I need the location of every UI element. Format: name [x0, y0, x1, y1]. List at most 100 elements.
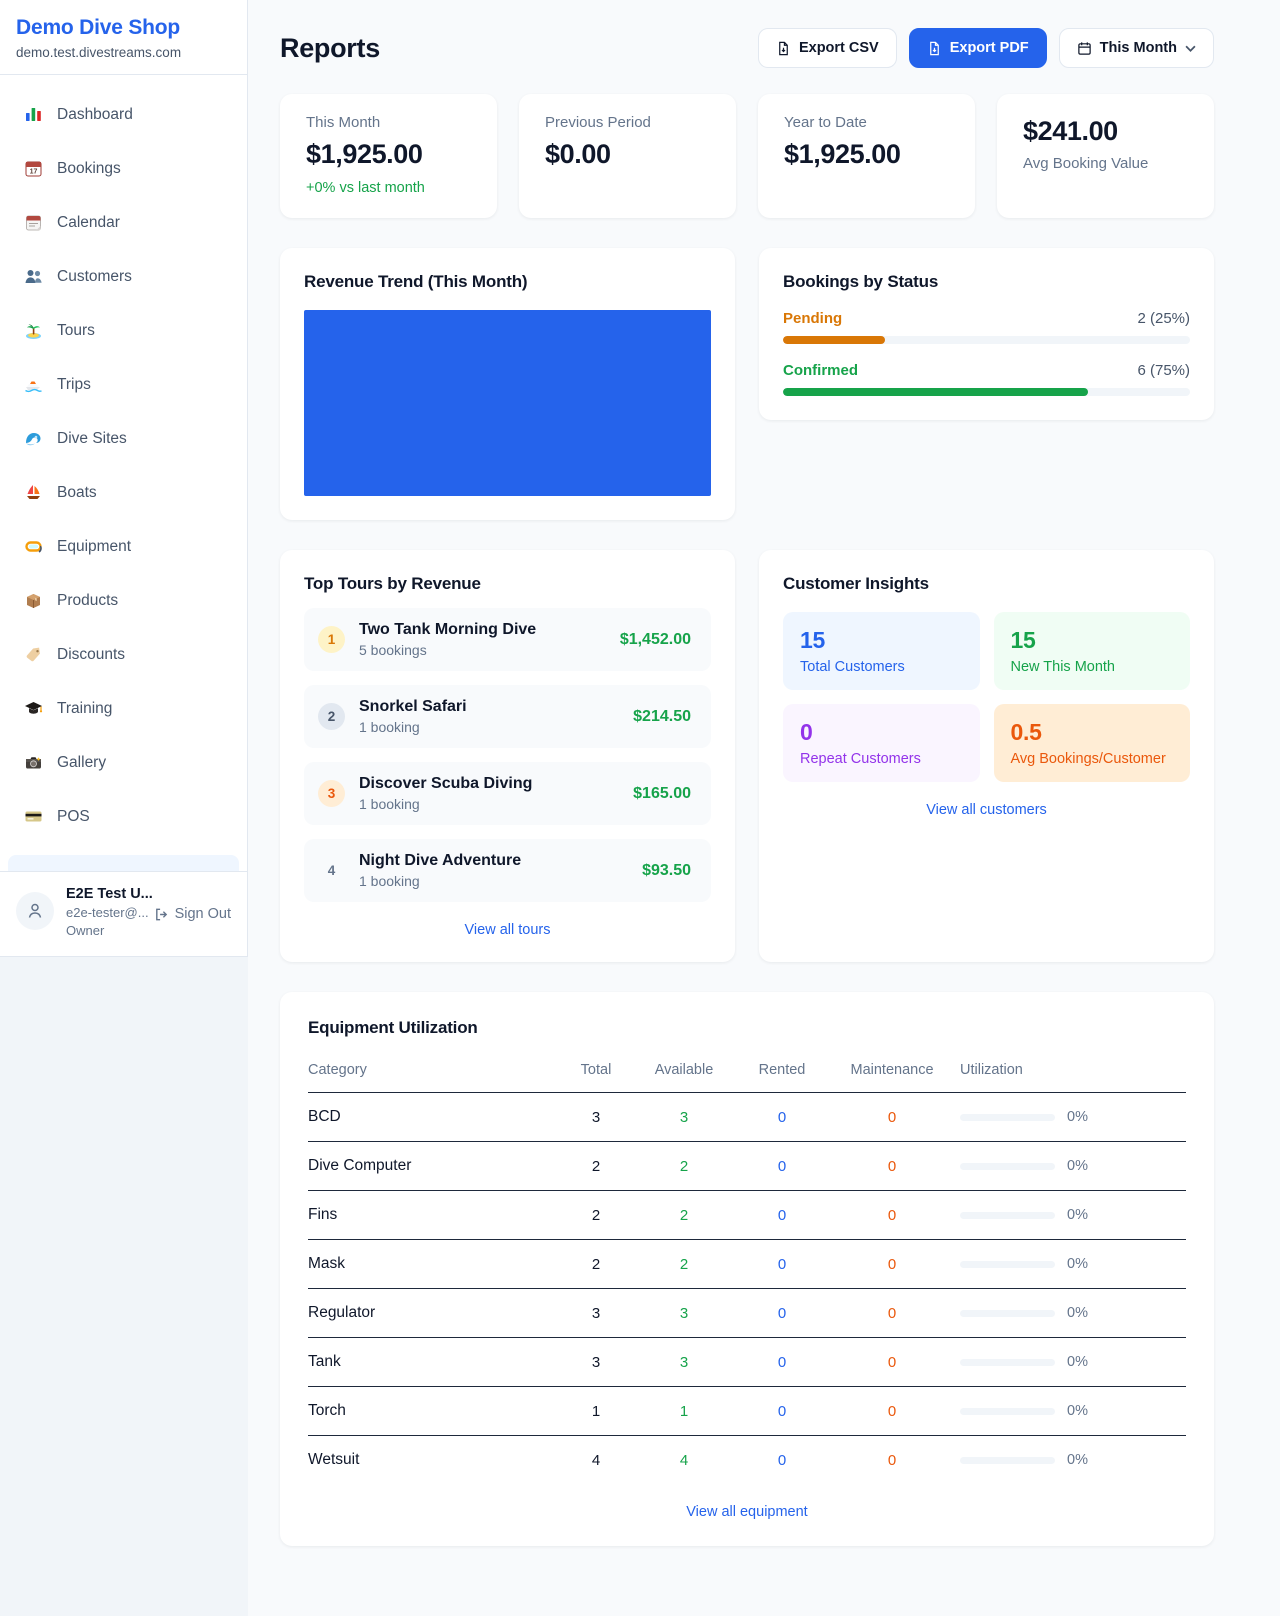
- bar-chart-icon: [24, 105, 43, 124]
- user-email: e2e-tester@...: [66, 905, 142, 920]
- sidebar: Demo Dive Shop demo.test.divestreams.com…: [0, 0, 248, 957]
- equipment-available: 3: [632, 1354, 736, 1371]
- export-pdf-label: Export PDF: [950, 40, 1029, 56]
- utilization-cell: 0%: [956, 1403, 1186, 1419]
- equipment-available: 4: [632, 1452, 736, 1469]
- sidebar-item-label: Products: [57, 592, 118, 610]
- insight-value: 15: [1011, 627, 1174, 654]
- tour-row: 4Night Dive Adventure1 booking$93.50: [304, 839, 711, 902]
- status-progress-track: [783, 336, 1190, 344]
- view-all-customers-link[interactable]: View all customers: [783, 802, 1190, 818]
- equipment-total: 3: [560, 1109, 632, 1126]
- column-maintenance: Maintenance: [828, 1062, 956, 1078]
- page-title: Reports: [280, 33, 380, 64]
- file-download-icon: [927, 41, 942, 56]
- sidebar-item-tours[interactable]: Tours: [8, 311, 239, 350]
- rank-badge: 1: [318, 626, 345, 653]
- tour-bookings: 5 bookings: [359, 642, 536, 658]
- equipment-category: Regulator: [308, 1304, 560, 1322]
- stat-value: $1,925.00: [306, 139, 471, 170]
- insight-tile-repeat-customers: 0 Repeat Customers: [783, 704, 980, 782]
- bookings-by-status-panel: Bookings by Status Pending2 (25%)Confirm…: [759, 248, 1214, 420]
- tour-row: 3Discover Scuba Diving1 booking$165.00: [304, 762, 711, 825]
- utilization-track: [960, 1114, 1055, 1121]
- equipment-total: 2: [560, 1256, 632, 1273]
- tour-amount: $1,452.00: [620, 631, 691, 649]
- sidebar-item-customers[interactable]: Customers: [8, 257, 239, 296]
- tours-list: 1 Two Tank Morning Dive 5 bookings $1,452.0…: [304, 608, 711, 902]
- insight-value: 0: [800, 719, 963, 746]
- sidebar-item-label: Training: [57, 700, 112, 718]
- equipment-total: 3: [560, 1305, 632, 1322]
- utilization-text: 0%: [1067, 1305, 1088, 1321]
- sidebar-item-boats[interactable]: Boats: [8, 473, 239, 512]
- sidebar-item-label: Calendar: [57, 214, 120, 232]
- stat-value: $0.00: [545, 139, 710, 170]
- sidebar-item-equipment[interactable]: Equipment: [8, 527, 239, 566]
- equipment-total: 2: [560, 1207, 632, 1224]
- view-all-equipment-link[interactable]: View all equipment: [308, 1504, 1186, 1520]
- utilization-cell: 0%: [956, 1207, 1186, 1223]
- sidebar-item-label: Equipment: [57, 538, 131, 556]
- tour-info: Snorkel Safari1 booking: [359, 698, 467, 735]
- sidebar-active-item-partial[interactable]: [8, 855, 239, 871]
- equipment-total: 1: [560, 1403, 632, 1420]
- customer-insights-panel: Customer Insights 15Total Customers15New…: [759, 550, 1214, 962]
- tour-row: 1 Two Tank Morning Dive 5 bookings $1,452.0…: [304, 608, 711, 671]
- sign-out-button[interactable]: Sign Out: [154, 906, 231, 922]
- sidebar-item-products[interactable]: Products: [8, 581, 239, 620]
- equipment-total: 3: [560, 1354, 632, 1371]
- stat-card-avg-booking-value: $241.00 Avg Booking Value: [997, 94, 1214, 218]
- view-all-tours-link[interactable]: View all tours: [304, 922, 711, 938]
- panel-title: Equipment Utilization: [308, 1018, 1186, 1038]
- column-total: Total: [560, 1062, 632, 1078]
- sidebar-item-trips[interactable]: Trips: [8, 365, 239, 404]
- panel-title: Bookings by Status: [783, 272, 1190, 292]
- tour-name: Two Tank Morning Dive: [359, 621, 536, 639]
- sidebar-item-dashboard[interactable]: Dashboard: [8, 95, 239, 134]
- sidebar-item-discounts[interactable]: Discounts: [8, 635, 239, 674]
- svg-text:17: 17: [30, 169, 38, 176]
- diving-mask-icon: [24, 537, 43, 556]
- export-pdf-button[interactable]: Export PDF: [909, 28, 1047, 68]
- sidebar-item-dive-sites[interactable]: Dive Sites: [8, 419, 239, 458]
- speedboat-icon: [24, 375, 43, 394]
- equipment-available: 2: [632, 1256, 736, 1273]
- sign-out-label: Sign Out: [175, 906, 231, 922]
- tour-name: Night Dive Adventure: [359, 852, 521, 870]
- equipment-category: Wetsuit: [308, 1451, 560, 1469]
- tag-icon: [24, 645, 43, 664]
- utilization-text: 0%: [1067, 1158, 1088, 1174]
- equipment-maintenance: 0: [828, 1207, 956, 1224]
- utilization-text: 0%: [1067, 1207, 1088, 1223]
- insight-label: Repeat Customers: [800, 751, 963, 767]
- charts-row: Revenue Trend (This Month) Bookings by S…: [280, 248, 1214, 520]
- utilization-cell: 0%: [956, 1158, 1186, 1174]
- revenue-trend-chart: [304, 310, 711, 496]
- sidebar-item-label: POS: [57, 808, 90, 826]
- sidebar-item-label: Dashboard: [57, 106, 133, 124]
- export-csv-button[interactable]: Export CSV: [758, 28, 897, 68]
- insight-tile-total-customers: 15Total Customers: [783, 612, 980, 690]
- calendar-tearoff-icon: [24, 213, 43, 232]
- stat-label: This Month: [306, 114, 471, 131]
- status-row-confirmed: Confirmed6 (75%): [783, 362, 1190, 396]
- sailboat-icon: [24, 483, 43, 502]
- sidebar-item-bookings[interactable]: 17Bookings: [8, 149, 239, 188]
- stat-label: Avg Booking Value: [1023, 155, 1188, 172]
- sidebar-item-calendar[interactable]: Calendar: [8, 203, 239, 242]
- equipment-maintenance: 0: [828, 1354, 956, 1371]
- utilization-text: 0%: [1067, 1109, 1088, 1125]
- brand: Demo Dive Shop demo.test.divestreams.com: [0, 0, 247, 74]
- equipment-table-header: Category Total Available Rented Maintena…: [308, 1054, 1186, 1093]
- sidebar-item-gallery[interactable]: Gallery: [8, 743, 239, 782]
- stat-value: $241.00: [1023, 116, 1188, 147]
- equipment-available: 1: [632, 1403, 736, 1420]
- tour-bookings: 1 booking: [359, 796, 532, 812]
- equipment-rented: 0: [736, 1305, 828, 1322]
- sidebar-item-pos[interactable]: POS: [8, 797, 239, 836]
- sidebar-item-training[interactable]: Training: [8, 689, 239, 728]
- period-dropdown[interactable]: This Month: [1059, 28, 1214, 68]
- chevron-down-icon: [1185, 43, 1196, 54]
- equipment-rented: 0: [736, 1158, 828, 1175]
